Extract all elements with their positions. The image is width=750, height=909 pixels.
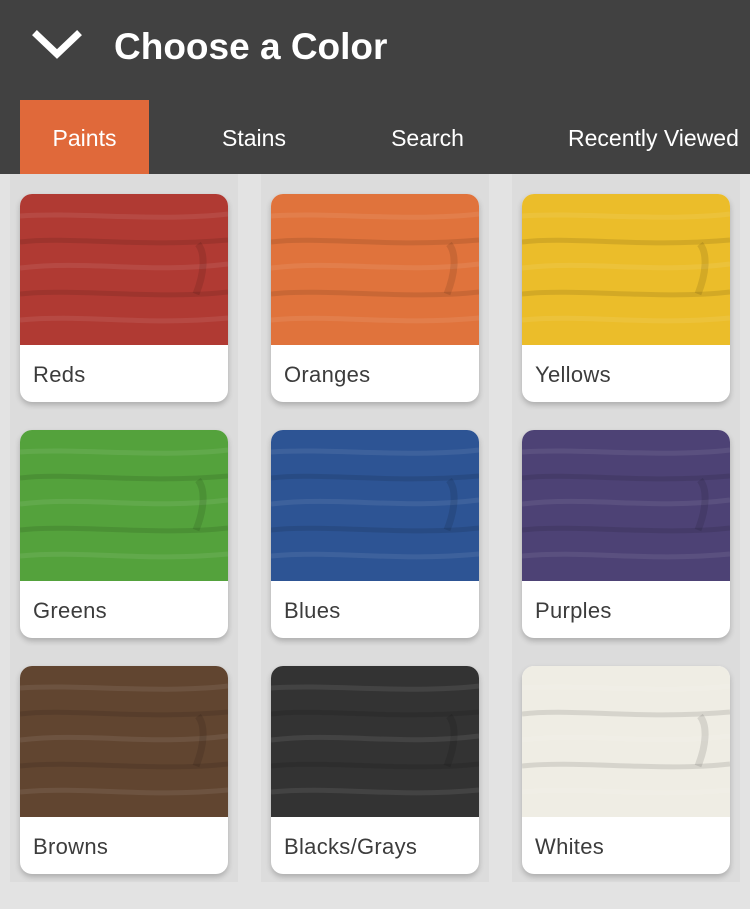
chevron-down-icon (32, 30, 82, 59)
page-title: Choose a Color (114, 26, 388, 67)
color-swatch (522, 194, 730, 345)
brush-stroke (522, 211, 730, 220)
color-swatch (271, 666, 479, 817)
color-card-label: Whites (535, 834, 605, 859)
tab-search[interactable]: Search (360, 100, 495, 174)
swatch-texture (20, 430, 228, 581)
color-card-blacks-grays[interactable]: Blacks/Grays (271, 666, 479, 874)
color-swatch (20, 194, 228, 345)
brush-stroke (20, 447, 228, 456)
color-card-label: Yellows (535, 362, 611, 387)
color-swatch (20, 666, 228, 817)
brush-stroke (20, 787, 228, 796)
brush-stroke (20, 497, 228, 507)
brush-stroke (271, 709, 479, 718)
swatch-texture (271, 194, 479, 345)
color-card-label: Blues (284, 598, 341, 623)
brush-stroke (20, 683, 228, 692)
brush-stroke (271, 683, 479, 692)
brush-stroke (20, 315, 228, 324)
color-card-yellows[interactable]: Yellows (522, 194, 730, 402)
grid-cell: Yellows (512, 174, 740, 410)
brush-stroke (271, 237, 479, 246)
color-swatch (522, 430, 730, 581)
color-card-oranges[interactable]: Oranges (271, 194, 479, 402)
grid-cell: Greens (10, 410, 238, 646)
grid-cell: Browns (10, 646, 238, 882)
color-card-label: Browns (33, 834, 109, 859)
color-card-label: Reds (33, 362, 86, 387)
color-swatch (522, 666, 730, 817)
brush-stroke (271, 787, 479, 796)
grid-cell: Blacks/Grays (261, 646, 489, 882)
brush-stroke (271, 447, 479, 456)
swatch-texture (522, 430, 730, 581)
swatch-texture (20, 194, 228, 345)
brush-stroke (271, 733, 479, 743)
color-card-label: Greens (33, 598, 107, 623)
brush-stroke (20, 733, 228, 743)
brush-stroke (271, 497, 479, 507)
brush-stroke (522, 315, 730, 324)
color-card-greens[interactable]: Greens (20, 430, 228, 638)
color-card-reds[interactable]: Reds (20, 194, 228, 402)
brush-stroke (522, 261, 730, 271)
swatch-texture (271, 430, 479, 581)
tab-recently-viewed[interactable]: Recently Viewed (548, 100, 750, 174)
brush-stroke (20, 211, 228, 220)
grid-cell: Whites (512, 646, 740, 882)
grid-cell: Reds (10, 174, 238, 410)
color-swatch (20, 430, 228, 581)
color-family-grid: Reds Oranges Yellows Greens Blues Purple… (0, 174, 750, 909)
brush-stroke (20, 709, 228, 718)
header-bar: Choose a Color Paints Stains Search Rece… (0, 0, 750, 174)
brush-stroke (271, 315, 479, 324)
color-swatch (271, 194, 479, 345)
color-card-whites[interactable]: Whites (522, 666, 730, 874)
swatch-texture (20, 666, 228, 817)
swatch-texture (522, 194, 730, 345)
grid-cell: Oranges (261, 174, 489, 410)
brush-stroke (522, 497, 730, 507)
color-swatch (271, 430, 479, 581)
color-card-label: Blacks/Grays (284, 834, 418, 859)
swatch-texture (271, 666, 479, 817)
brush-stroke (271, 261, 479, 271)
swatch-texture (522, 666, 730, 817)
tab-paints[interactable]: Paints (20, 100, 149, 174)
collapse-button[interactable] (28, 22, 88, 72)
brush-stroke (522, 473, 730, 482)
color-card-label: Purples (535, 598, 612, 623)
brush-stroke (271, 551, 479, 560)
brush-stroke (20, 237, 228, 246)
brush-stroke (522, 237, 730, 246)
grid-cell: Purples (512, 410, 740, 646)
brush-stroke (522, 709, 730, 718)
brush-stroke (522, 551, 730, 560)
brush-stroke (522, 733, 730, 743)
tab-stains[interactable]: Stains (190, 100, 318, 174)
color-card-browns[interactable]: Browns (20, 666, 228, 874)
brush-stroke (522, 787, 730, 796)
color-card-blues[interactable]: Blues (271, 430, 479, 638)
grid-cell: Blues (261, 410, 489, 646)
color-card-purples[interactable]: Purples (522, 430, 730, 638)
brush-stroke (522, 447, 730, 456)
brush-stroke (271, 211, 479, 220)
brush-stroke (271, 473, 479, 482)
brush-stroke (20, 551, 228, 560)
brush-stroke (20, 473, 228, 482)
tab-bar: Paints Stains Search Recently Viewed (0, 100, 750, 174)
color-card-label: Oranges (284, 362, 371, 387)
brush-stroke (20, 261, 228, 271)
brush-stroke (522, 683, 730, 692)
